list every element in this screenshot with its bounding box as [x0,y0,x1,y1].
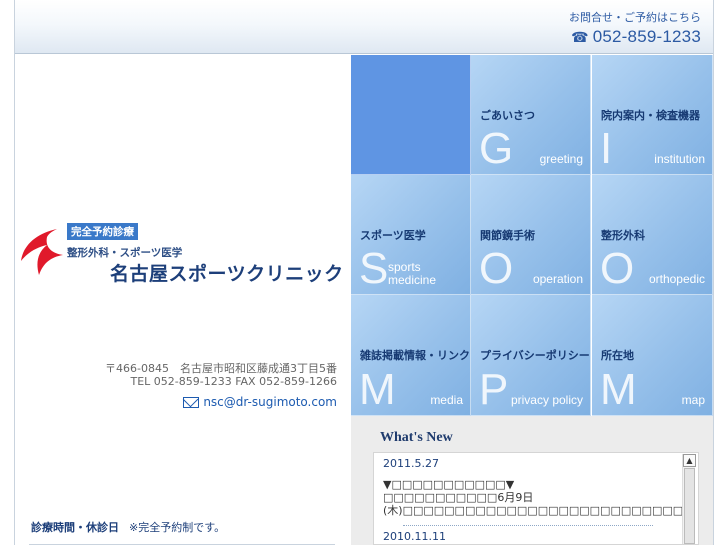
menu-tile-english: media [430,393,463,407]
news-list: 2011.5.27 ▼□□□□□□□□□□□▼ □□□□□□□□□□□6月9日(… [383,457,694,544]
menu-tile-institution[interactable]: 院内案内・検査機器 I institution [592,55,713,175]
menu-tile-letter: S [359,244,389,293]
menu-tile-letter: I [600,124,613,173]
menu-tile-letter: O [600,244,635,293]
menu-tile-greeting[interactable]: ごあいさつ G greeting [471,55,591,175]
address: 〒466-0845 名古屋市昭和区藤成通3丁目5番 [105,362,337,375]
news-scroll-box[interactable]: 2011.5.27 ▼□□□□□□□□□□□▼ □□□□□□□□□□□6月9日(… [373,452,699,545]
telephone-icon: ☎ [571,29,589,45]
menu-tile-label: プライバシーポリシー [480,349,590,362]
menu-tile-letter: P [479,365,509,414]
hours-note: ※完全予約制です。 [129,521,226,534]
menu-tile-letter: M [359,365,396,414]
menu-tile-media[interactable]: 雑誌掲載情報・リンク M media [351,295,471,416]
menu-tile-english-line: medicine [388,273,437,287]
whats-new-section: What's New 2011.5.27 ▼□□□□□□□□□□□▼ □□□□□… [351,416,713,545]
menu-tile-map[interactable]: 所在地 M map [592,295,713,416]
menu-tile-letter: O [479,244,514,293]
menu-tile-privacy-policy[interactable]: プライバシーポリシー P privacy policy [471,295,591,416]
menu-tile-operation[interactable]: 関節鏡手術 O operation [471,175,591,295]
menu-tile-label: 関節鏡手術 [480,229,535,242]
menu-tile-label: ごあいさつ [480,109,535,122]
news-headline: ▼□□□□□□□□□□□▼ [383,478,515,491]
page: お問合せ・ご予約はこちら ☎ 052-859-1233 完全予約診療 整形外科・ス… [14,0,714,545]
menu-tile-english-line: sports [388,260,421,274]
scroll-up-arrow-icon[interactable]: ▲ [683,454,696,467]
menu-tile-english: greeting [539,152,583,166]
news-separator [403,525,653,526]
reservation-badge: 完全予約診療 [67,223,138,240]
email-text: nsc@dr-sugimoto.com [203,395,337,409]
menu-tile-blank [351,55,471,175]
menu-tile-english: operation [532,272,583,286]
menu-tile-label: スポーツ医学 [360,229,426,242]
logo-area: 完全予約診療 整形外科・スポーツ医学 名古屋スポーツクリニック 〒466-084… [15,55,351,545]
scroll-thumb[interactable] [684,468,695,544]
menu-tile-english: privacy policy [510,393,583,407]
clinic-name[interactable]: 名古屋スポーツクリニック [110,259,344,286]
menu-tile-orthopedic[interactable]: 整形外科 O orthopedic [592,175,713,295]
news-date: 2011.5.27 [383,457,439,470]
whats-new-title: What's New [380,430,453,445]
mail-icon [183,396,200,408]
menu-tile-sports-medicine[interactable]: スポーツ医学 S sports medicine [351,175,471,295]
news-date: 2010.11.11 [383,530,446,543]
hours-heading: 診療時間・休診日 ※完全予約制です。 [31,519,225,535]
menu-tile-letter: G [479,124,514,173]
hours-title: 診療時間・休診日 [31,521,119,534]
clinic-subtitle: 整形外科・スポーツ医学 [67,247,183,259]
menu-tile-label: 整形外科 [601,229,645,242]
contact-caption: お問合せ・ご予約はこちら [569,11,701,24]
menu-tile-english: orthopedic [648,272,705,286]
menu-tile-english: map [681,393,705,407]
news-scrollbar[interactable]: ▲ [682,454,696,544]
menu-tile-english: institution [654,152,705,166]
tel-fax: TEL 052-859-1233 FAX 052-859-1266 [130,375,337,388]
menu-tile-label: 院内案内・検査機器 [601,109,700,122]
email-link[interactable]: nsc@dr-sugimoto.com [183,395,337,409]
menu-tile-english: sports medicine [388,261,436,287]
menu-tile-label: 雑誌掲載情報・リンク [360,349,470,362]
header-bar: お問合せ・ご予約はこちら ☎ 052-859-1233 [15,0,713,54]
news-body: □□□□□□□□□□□6月9日(木)□□□□□□□□□□□□□□□□□□□□□□… [383,491,694,517]
phone-text: 052-859-1233 [592,27,701,46]
clinic-logo-icon[interactable] [17,227,65,279]
menu-tile-label: 所在地 [601,349,634,362]
phone-number[interactable]: ☎ 052-859-1233 [571,27,701,47]
menu-grid: ごあいさつ G greeting 院内案内・検査機器 I institution… [351,55,713,416]
menu-tile-letter: M [600,365,637,414]
